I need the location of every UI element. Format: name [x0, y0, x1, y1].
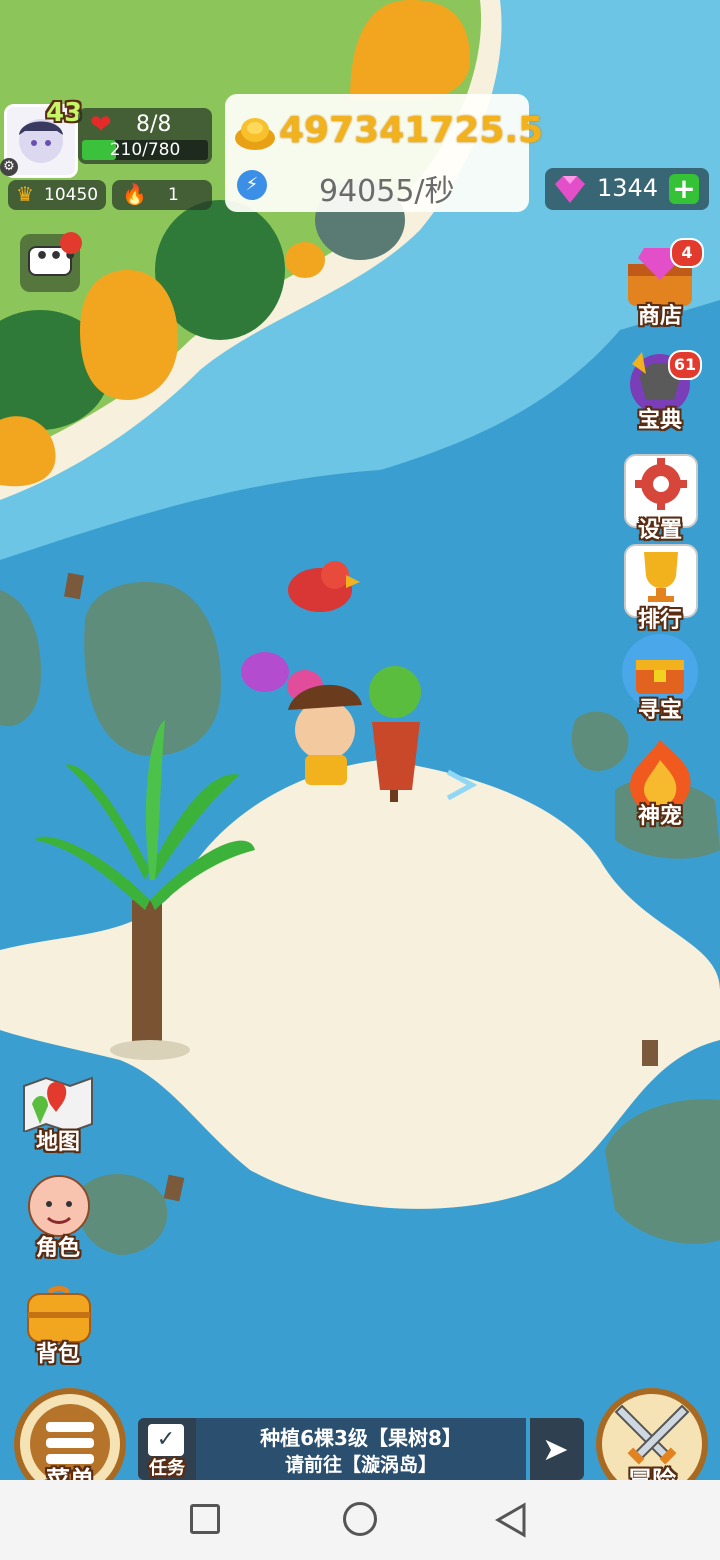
task-line-2: 请前往【漩涡岛】	[284, 1454, 437, 1476]
fire-value: 1	[168, 185, 179, 205]
crown-value: 10450	[44, 185, 99, 205]
divine-pet-label: 神宠	[637, 804, 682, 829]
recent-apps-icon[interactable]	[190, 1504, 220, 1534]
add-gems-button[interactable]: +	[669, 174, 699, 204]
task-go-button[interactable]: ➤	[530, 1418, 584, 1480]
codex-badge: 61	[668, 350, 702, 380]
codex-button[interactable]: 61 宝典	[618, 340, 702, 436]
treasure-button[interactable]: 寻宝	[618, 630, 702, 726]
lightning-icon: ⚡	[237, 170, 267, 200]
task-tab[interactable]: ✓ 任务	[138, 1418, 196, 1480]
hp-exp-panel: ❤ 8/8 210/780	[78, 108, 212, 164]
player-level: 43	[46, 98, 83, 128]
character-button[interactable]: 角色	[16, 1166, 100, 1262]
divine-pet-button[interactable]: 神宠	[618, 736, 702, 832]
gear-icon	[635, 458, 687, 510]
clipboard-check-icon: ✓	[148, 1424, 184, 1456]
island-map	[0, 0, 720, 1480]
exp-value: 210/780	[109, 140, 181, 160]
game-scene[interactable]: 43 ⚙ ❤ 8/8 210/780 ♛ 10450 🔥 1 ••• 49734…	[0, 0, 720, 1480]
hp-value: 8/8	[136, 112, 172, 137]
gem-amount: 1344	[597, 174, 659, 202]
map-label: 地图	[35, 1130, 80, 1155]
task-line-1: 种植6棵3级【果树8】	[260, 1426, 462, 1450]
backpack-label: 背包	[35, 1342, 80, 1367]
currency-panel: 497341725.5 ⚡ 94055/秒	[225, 94, 543, 212]
backpack-icon	[27, 1286, 91, 1343]
character-face-icon	[28, 1175, 90, 1237]
shop-label: 商店	[637, 304, 682, 329]
shop-button[interactable]: 4 商店	[618, 236, 704, 332]
task-description[interactable]: 种植6棵3级【果树8】 请前往【漩涡岛】	[196, 1418, 526, 1480]
map-button[interactable]: 地图	[16, 1060, 100, 1156]
character-label: 角色	[35, 1236, 80, 1261]
crown-stat: ♛ 10450	[8, 180, 106, 210]
exp-bar: 210/780	[82, 140, 208, 160]
settings-mini-icon[interactable]: ⚙	[0, 158, 18, 176]
menu-label: 菜单	[46, 1466, 94, 1480]
trophy-icon	[644, 552, 678, 602]
chat-button[interactable]: •••	[20, 232, 82, 292]
gem-panel: 1344 +	[545, 168, 709, 210]
backpack-button[interactable]: 背包	[16, 1272, 100, 1368]
fire-icon: 🔥	[122, 182, 147, 206]
arrow-right-icon: ➤	[542, 1430, 569, 1468]
gem-icon	[555, 176, 585, 203]
fire-stat: 🔥 1	[112, 180, 212, 210]
gold-ingot-icon	[235, 118, 275, 150]
chat-notification-dot	[60, 232, 82, 254]
system-nav-bar	[0, 1480, 720, 1560]
adventure-button[interactable]: 冒险	[596, 1388, 708, 1480]
crown-icon: ♛	[16, 182, 34, 206]
ranking-button[interactable]: 排行	[618, 540, 702, 636]
task-label: 任务	[149, 1458, 185, 1479]
adventure-label: 冒险	[628, 1466, 676, 1480]
back-icon[interactable]	[494, 1502, 528, 1538]
shop-badge: 4	[670, 238, 704, 268]
home-icon[interactable]	[343, 1502, 377, 1536]
heart-icon: ❤	[90, 110, 112, 140]
gold-amount: 497341725.5	[279, 110, 544, 151]
treasure-label: 寻宝	[637, 698, 682, 723]
codex-label: 宝典	[637, 408, 682, 433]
gold-rate: 94055/秒	[319, 174, 455, 209]
settings-button[interactable]: 设置	[618, 450, 702, 546]
